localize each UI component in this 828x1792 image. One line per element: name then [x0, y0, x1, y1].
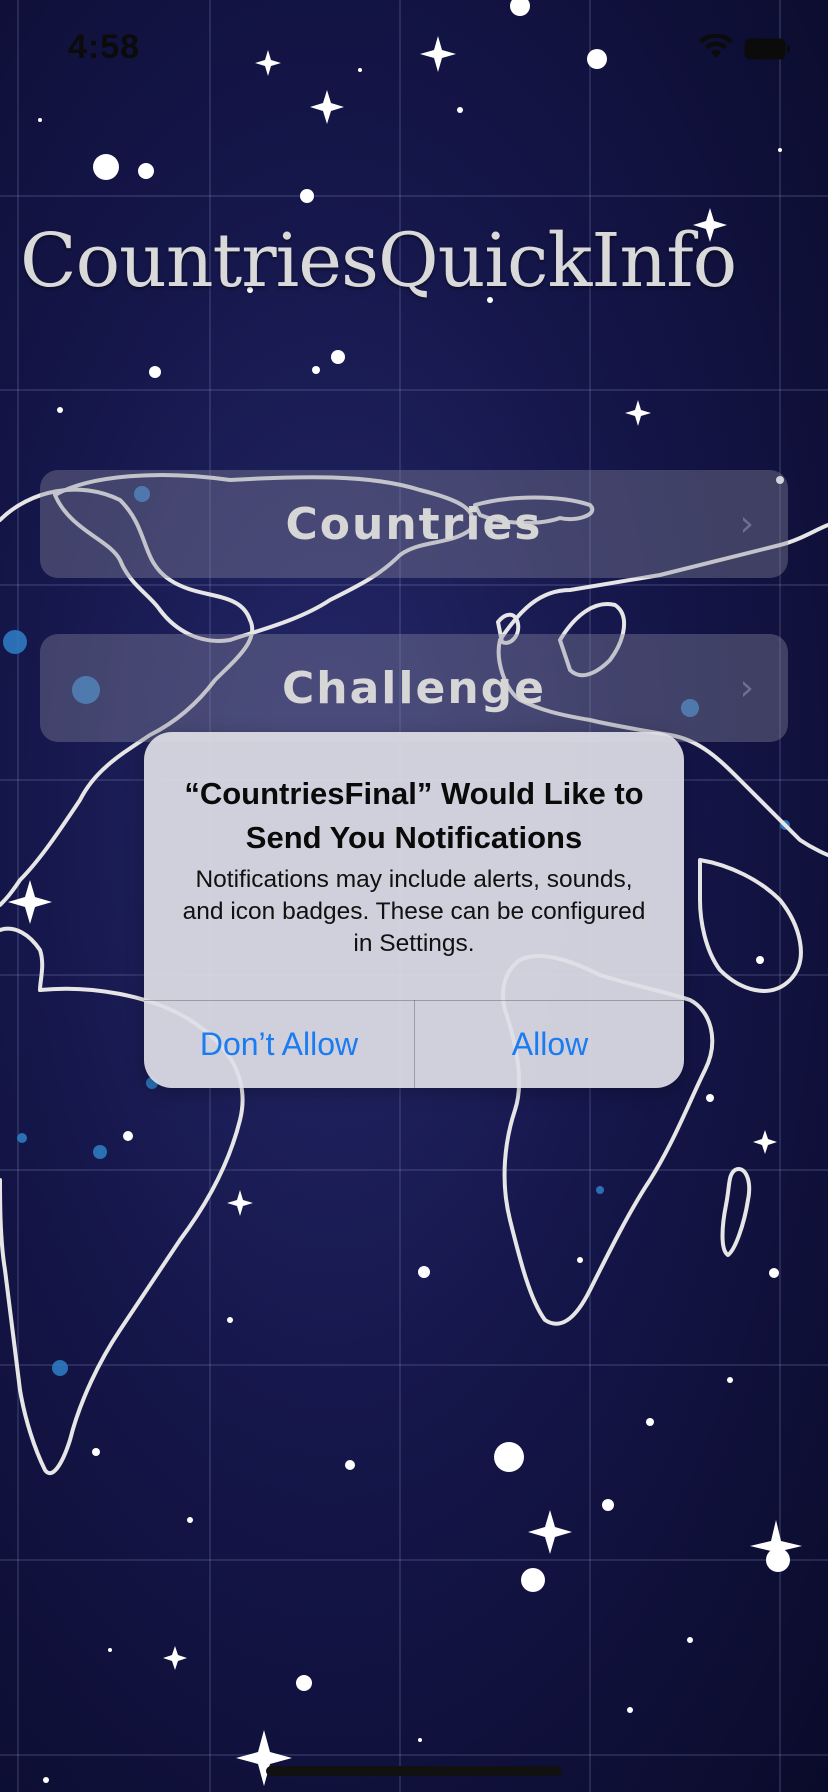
- wifi-icon: [699, 34, 733, 58]
- home-indicator[interactable]: [266, 1766, 562, 1776]
- countries-button[interactable]: Countries ›: [40, 470, 788, 578]
- app-screen: 4:58 CountriesQuickInfo Countries › Chal…: [0, 0, 828, 1792]
- chevron-right-icon: ›: [739, 503, 754, 545]
- app-title: CountriesQuickInfo: [20, 218, 737, 304]
- allow-button[interactable]: Allow: [415, 1001, 684, 1088]
- notification-permission-alert: “CountriesFinal” Would Like to Send You …: [144, 732, 684, 1088]
- battery-icon: [744, 38, 790, 60]
- status-time: 4:58: [68, 28, 141, 66]
- dont-allow-button[interactable]: Don’t Allow: [144, 1001, 414, 1088]
- challenge-button-label: Challenge: [282, 662, 546, 714]
- chevron-right-icon: ›: [739, 667, 754, 709]
- challenge-button[interactable]: Challenge ›: [40, 634, 788, 742]
- alert-message: Notifications may include alerts, sounds…: [182, 866, 646, 957]
- madagascar-outline: [720, 1167, 752, 1257]
- countries-button-label: Countries: [285, 498, 543, 550]
- central-america-outline: [0, 926, 45, 992]
- arabia-outline: [698, 858, 803, 993]
- alert-title: “CountriesFinal” Would Like to Send You …: [184, 776, 644, 855]
- status-bar: 4:58: [0, 0, 828, 100]
